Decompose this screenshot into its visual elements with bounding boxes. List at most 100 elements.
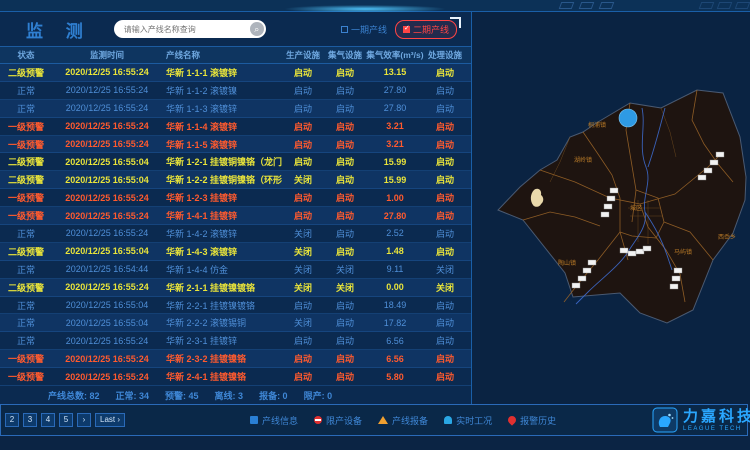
table-row[interactable]: 正常 2020/12/25 16:55:04 华新 2-2-1 挂镀镍镀铬 启动… <box>0 297 471 315</box>
cell-production-facility: 关闭 <box>282 245 324 258</box>
table-row[interactable]: 正常 2020/12/25 16:55:04 华新 2-2-2 滚镀锡铜 关闭 … <box>0 314 471 332</box>
cell-gas-facility: 启动 <box>324 352 366 365</box>
cell-gas-facility: 启动 <box>324 66 366 79</box>
column-header-production: 生产设施 <box>282 49 324 61</box>
cell-production-facility: 启动 <box>282 191 324 204</box>
enterprise-marker[interactable] <box>710 160 718 165</box>
cell-treatment-facility: 启动 <box>424 370 466 383</box>
table-row[interactable]: 一级预警 2020/12/25 16:55:24 华新 1-1-4 滚镀锌 启动… <box>0 118 471 136</box>
legend-item-info[interactable]: 产线信息 <box>250 414 298 427</box>
cell-gas-efficiency: 3.21 <box>366 139 424 149</box>
table-row[interactable]: 正常 2020/12/25 16:55:24 华新 1-1-3 滚镀锌 启动 启… <box>0 100 471 118</box>
cell-gas-facility: 启动 <box>324 173 366 186</box>
decor-shape <box>717 2 733 9</box>
legend-item-history[interactable]: 报警历史 <box>508 414 556 427</box>
table-row[interactable]: 正常 2020/12/25 16:55:24 华新 1-4-2 滚镀锌 关闭 启… <box>0 225 471 243</box>
page-button[interactable]: 2 <box>5 413 19 427</box>
cell-line-name: 华新 2-1-1 挂镀镍镀铬 <box>162 281 282 294</box>
last-page-button[interactable]: Last › <box>95 413 125 427</box>
top-decor-strip <box>0 0 750 12</box>
cell-gas-efficiency: 2.52 <box>366 228 424 238</box>
page-title: 监 测 <box>26 17 92 42</box>
logo-icon <box>652 407 678 433</box>
cell-time: 2020/12/25 16:55:24 <box>52 67 162 77</box>
cell-time: 2020/12/25 16:55:24 <box>52 139 162 149</box>
table-row[interactable]: 二级预警 2020/12/25 16:55:04 华新 1-2-2 挂镀铜镍铬（… <box>0 171 471 189</box>
page-button[interactable]: 4 <box>41 413 55 427</box>
enterprise-marker[interactable] <box>643 246 651 251</box>
phase1-toggle[interactable]: 一期产线 <box>341 23 387 36</box>
enterprise-marker[interactable] <box>670 284 678 289</box>
table-row[interactable]: 一级预警 2020/12/25 16:55:24 华新 1-4-1 挂镀锌 启动… <box>0 207 471 225</box>
enterprise-marker[interactable] <box>704 168 712 173</box>
cell-time: 2020/12/25 16:55:24 <box>52 103 162 113</box>
page-button[interactable]: 3 <box>23 413 37 427</box>
enterprise-marker[interactable] <box>620 248 628 253</box>
table-row[interactable]: 二级预警 2020/12/25 16:55:04 华新 1-2-1 挂镀铜镍铬（… <box>0 153 471 171</box>
enterprise-marker[interactable] <box>578 276 586 281</box>
cell-production-facility: 启动 <box>282 102 324 115</box>
phase2-toggle[interactable]: 二期产线 <box>395 20 457 39</box>
enterprise-marker[interactable] <box>636 249 644 254</box>
cell-line-name: 华新 2-2-2 滚镀锡铜 <box>162 316 282 329</box>
search-icon[interactable]: ⌕ <box>250 22 264 36</box>
table-row[interactable]: 正常 2020/12/25 16:54:44 华新 1-4-4 仿金 关闭 关闭… <box>0 261 471 279</box>
table-row[interactable]: 二级预警 2020/12/25 16:55:24 华新 1-1-1 滚镀锌 启动… <box>0 64 471 82</box>
enterprise-marker[interactable] <box>698 175 706 180</box>
cell-production-facility: 关闭 <box>282 281 324 294</box>
enterprise-marker[interactable] <box>610 188 618 193</box>
table-row[interactable]: 一级预警 2020/12/25 16:55:24 华新 1-2-3 挂镀锌 启动… <box>0 189 471 207</box>
legend-item-restrict[interactable]: 限产设备 <box>314 414 362 427</box>
enterprise-marker[interactable] <box>674 268 682 273</box>
enterprise-marker[interactable] <box>604 204 612 209</box>
enterprise-marker[interactable] <box>672 276 680 281</box>
pagination: 2345 › Last › <box>5 413 125 427</box>
cell-gas-facility: 启动 <box>324 299 366 312</box>
cell-line-name: 华新 1-4-4 仿金 <box>162 263 282 276</box>
legend-item-report[interactable]: 产线报备 <box>378 414 428 427</box>
alert-location-marker[interactable] <box>619 109 637 127</box>
search-input[interactable] <box>124 25 250 34</box>
cell-gas-facility: 启动 <box>324 155 366 168</box>
page-button[interactable]: 5 <box>59 413 73 427</box>
table-row[interactable]: 二级预警 2020/12/25 16:55:04 华新 1-4-3 滚镀锌 关闭… <box>0 243 471 261</box>
enterprise-marker[interactable] <box>572 283 580 288</box>
cell-gas-efficiency: 15.99 <box>366 175 424 185</box>
district-map[interactable]: 桐浦镇湖岭镇城区西岙乡马屿镇陶山镇 <box>480 12 750 404</box>
cell-treatment-facility: 关闭 <box>424 263 466 276</box>
logo-subtitle: LEAGUE TECH <box>683 426 750 432</box>
cell-time: 2020/12/25 16:55:04 <box>52 175 162 185</box>
enterprise-marker[interactable] <box>607 196 615 201</box>
cell-line-name: 华新 1-4-2 滚镀锌 <box>162 227 282 240</box>
next-page-button[interactable]: › <box>77 413 91 427</box>
table-row[interactable]: 正常 2020/12/25 16:55:24 华新 2-3-1 挂镀锌 启动 启… <box>0 332 471 350</box>
cell-time: 2020/12/25 16:55:24 <box>52 336 162 346</box>
enterprise-marker[interactable] <box>588 260 596 265</box>
map-place-label: 陶山镇 <box>558 259 576 267</box>
cell-line-name: 华新 1-4-3 滚镀锌 <box>162 245 282 258</box>
cell-production-facility: 启动 <box>282 370 324 383</box>
cell-line-name: 华新 1-1-2 滚镀镍 <box>162 84 282 97</box>
enterprise-marker[interactable] <box>716 152 724 157</box>
table-row[interactable]: 一级预警 2020/12/25 16:55:24 华新 2-3-2 挂镀镍铬 启… <box>0 350 471 368</box>
cell-gas-facility: 启动 <box>324 84 366 97</box>
cell-treatment-facility: 启动 <box>424 173 466 186</box>
legend-item-realtime[interactable]: 实时工况 <box>444 414 492 427</box>
table-row[interactable]: 一级预警 2020/12/25 16:55:24 华新 1-1-5 滚镀锌 启动… <box>0 136 471 154</box>
table-row[interactable]: 正常 2020/12/25 16:55:24 华新 1-1-2 滚镀镍 启动 启… <box>0 82 471 100</box>
cell-production-facility: 关闭 <box>282 316 324 329</box>
cell-gas-efficiency: 17.82 <box>366 318 424 328</box>
cell-production-facility: 启动 <box>282 352 324 365</box>
cell-status: 二级预警 <box>0 66 52 79</box>
table-row[interactable]: 一级预警 2020/12/25 16:55:24 华新 2-4-1 挂镀镍铬 启… <box>0 368 471 386</box>
enterprise-marker[interactable] <box>628 251 636 256</box>
enterprise-marker[interactable] <box>601 212 609 217</box>
cell-status: 正常 <box>0 334 52 347</box>
restrict-icon <box>314 416 322 424</box>
cell-gas-efficiency: 27.80 <box>366 103 424 113</box>
cell-status: 一级预警 <box>0 120 52 133</box>
cell-production-facility: 关闭 <box>282 227 324 240</box>
cell-gas-facility: 启动 <box>324 370 366 383</box>
enterprise-marker[interactable] <box>583 268 591 273</box>
table-row[interactable]: 二级预警 2020/12/25 16:55:24 华新 2-1-1 挂镀镍镀铬 … <box>0 279 471 297</box>
